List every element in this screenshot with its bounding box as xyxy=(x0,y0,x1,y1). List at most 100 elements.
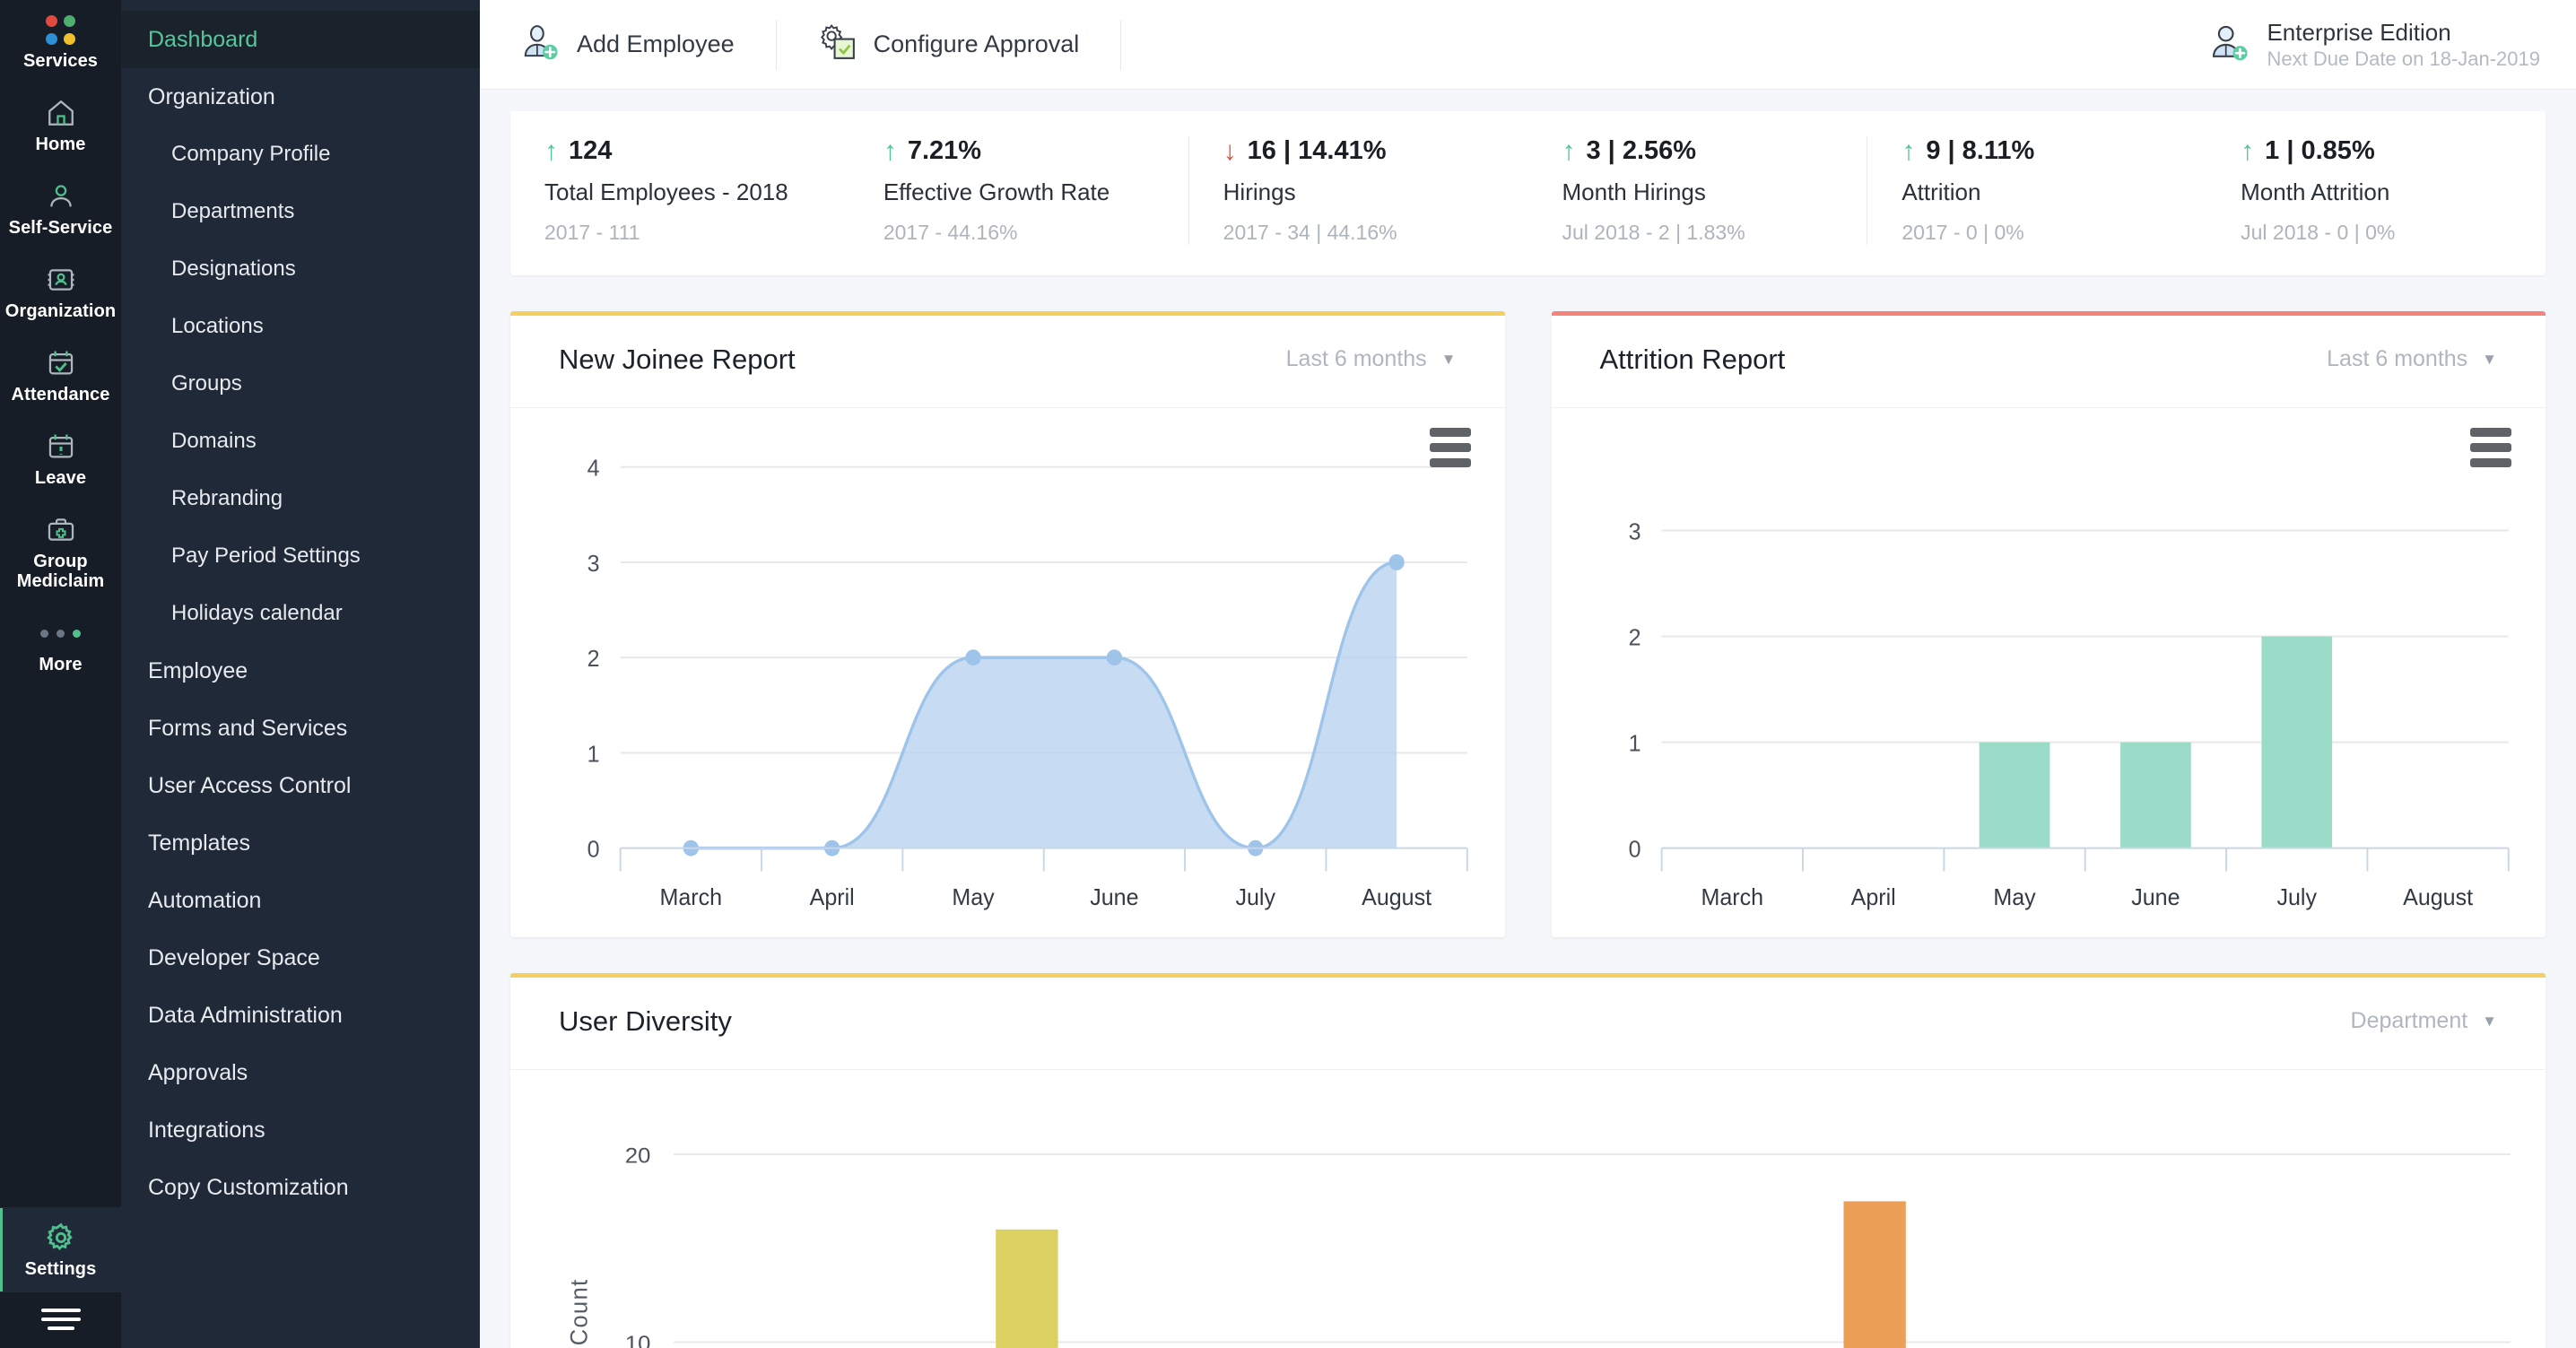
attrition-chart-area: 0123 MarchAprilMayJuneJulyAugust xyxy=(1552,408,2546,937)
stat-attrition: ↑ 9 | 8.11% Attrition 2017 - 0 | 0% xyxy=(1867,136,2206,245)
svg-text:3: 3 xyxy=(587,552,600,577)
stat-value: 1 | 0.85% xyxy=(2265,136,2375,166)
sidebar-item-company-profile[interactable]: Company Profile xyxy=(121,126,480,183)
sidebar-item-designations[interactable]: Designations xyxy=(121,240,480,298)
id-card-icon xyxy=(46,265,76,295)
svg-text:June: June xyxy=(2131,885,2180,910)
diversity-chart-area: 1020 Users Count xyxy=(510,1070,2546,1348)
filter-label: Last 6 months xyxy=(1286,346,1427,372)
rail-item-self-service[interactable]: Self-Service xyxy=(0,167,121,250)
nav-label: Developer Space xyxy=(148,945,320,971)
svg-text:March: March xyxy=(660,885,723,910)
svg-text:0: 0 xyxy=(587,837,600,862)
rail-item-attendance[interactable]: Attendance xyxy=(0,334,121,417)
sidebar-item-user-access-control[interactable]: User Access Control xyxy=(121,757,480,814)
rail-item-leave[interactable]: Leave xyxy=(0,417,121,500)
svg-text:10: 10 xyxy=(625,1331,651,1348)
stat-label: Effective Growth Rate xyxy=(883,178,1154,206)
rail-label: Settings xyxy=(25,1259,97,1279)
add-employee-icon xyxy=(521,22,561,66)
sidebar-item-rebranding[interactable]: Rebranding xyxy=(121,470,480,527)
sidebar-item-developer-space[interactable]: Developer Space xyxy=(121,929,480,987)
new-joinee-period-filter[interactable]: Last 6 months ▼ xyxy=(1286,346,1457,372)
sidebar-item-approvals[interactable]: Approvals xyxy=(121,1044,480,1101)
sidebar-item-automation[interactable]: Automation xyxy=(121,872,480,929)
sidebar-item-organization[interactable]: Organization xyxy=(121,68,480,126)
add-employee-label: Add Employee xyxy=(577,30,735,58)
secondary-navigation: Dashboard Organization Company Profile D… xyxy=(121,0,480,1348)
nav-label: Domains xyxy=(171,429,257,454)
sidebar-item-forms-and-services[interactable]: Forms and Services xyxy=(121,700,480,757)
svg-text:June: June xyxy=(1090,885,1138,910)
svg-text:April: April xyxy=(810,885,855,910)
sidebar-item-employee[interactable]: Employee xyxy=(121,642,480,700)
hamburger-icon xyxy=(41,1309,81,1330)
attrition-period-filter[interactable]: Last 6 months ▼ xyxy=(2327,346,2497,372)
edition-info[interactable]: Enterprise Edition Next Due Date on 18-J… xyxy=(2173,18,2576,72)
rail-label: Group Mediclaim xyxy=(4,552,117,591)
stat-subtext: Jul 2018 - 2 | 1.83% xyxy=(1562,221,1832,245)
diversity-group-filter[interactable]: Department ▼ xyxy=(2351,1008,2497,1034)
rail-label: Services xyxy=(23,51,98,71)
sidebar-item-domains[interactable]: Domains xyxy=(121,413,480,470)
nav-label: Designations xyxy=(171,257,296,282)
sidebar-item-locations[interactable]: Locations xyxy=(121,298,480,355)
card-title: New Joinee Report xyxy=(559,344,796,376)
nav-label: Copy Customization xyxy=(148,1175,349,1201)
svg-text:0: 0 xyxy=(1628,837,1640,862)
card-title: Attrition Report xyxy=(1600,344,1786,376)
attrition-bar-chart: 0123 MarchAprilMayJuneJulyAugust xyxy=(1582,430,2516,928)
svg-text:August: August xyxy=(1362,885,1432,910)
svg-text:2: 2 xyxy=(1628,625,1640,650)
sidebar-item-integrations[interactable]: Integrations xyxy=(121,1101,480,1159)
sidebar-item-pay-period-settings[interactable]: Pay Period Settings xyxy=(121,527,480,585)
stat-subtext: 2017 - 111 xyxy=(544,221,815,245)
three-dots-icon xyxy=(40,618,81,648)
rail-item-organization[interactable]: Organization xyxy=(0,250,121,334)
svg-text:3: 3 xyxy=(1628,519,1640,544)
stat-month-hirings: ↑ 3 | 2.56% Month Hirings Jul 2018 - 2 |… xyxy=(1527,136,1867,245)
sidebar-item-dashboard[interactable]: Dashboard xyxy=(121,11,480,68)
stat-month-attrition: ↑ 1 | 0.85% Month Attrition Jul 2018 - 0… xyxy=(2206,136,2546,245)
nav-label: Forms and Services xyxy=(148,716,347,742)
menu-toggle-button[interactable] xyxy=(0,1291,121,1348)
add-employee-button[interactable]: Add Employee xyxy=(480,0,776,90)
sidebar-item-copy-customization[interactable]: Copy Customization xyxy=(121,1159,480,1216)
filter-label: Last 6 months xyxy=(2327,346,2467,372)
nav-label: Automation xyxy=(148,888,261,914)
sidebar-item-data-administration[interactable]: Data Administration xyxy=(121,987,480,1044)
nav-label: Approvals xyxy=(148,1060,248,1086)
chart-menu-icon[interactable] xyxy=(1430,428,1471,467)
stat-value: 16 | 14.41% xyxy=(1248,136,1387,166)
rail-item-more[interactable]: More xyxy=(0,604,121,687)
svg-text:2: 2 xyxy=(587,647,600,672)
stat-top: ↑ 7.21% xyxy=(883,136,1154,166)
stat-label: Total Employees - 2018 xyxy=(544,178,815,206)
arrow-up-icon: ↑ xyxy=(1902,138,1915,165)
stat-subtext: 2017 - 44.16% xyxy=(883,221,1154,245)
stat-top: ↓ 16 | 14.41% xyxy=(1223,136,1494,166)
stat-label: Attrition xyxy=(1902,178,2172,206)
nav-label: Dashboard xyxy=(148,27,257,53)
chart-menu-icon[interactable] xyxy=(2470,428,2511,467)
rail-item-services[interactable]: Services xyxy=(0,0,121,83)
chevron-down-icon: ▼ xyxy=(1441,351,1457,369)
rail-item-settings[interactable]: Settings xyxy=(0,1207,121,1291)
svg-text:July: July xyxy=(2276,885,2317,910)
svg-text:July: July xyxy=(1235,885,1275,910)
main-content: Add Employee Configure Approval xyxy=(480,0,2576,1348)
stat-label: Hirings xyxy=(1223,178,1494,206)
chevron-down-icon: ▼ xyxy=(2482,351,2497,369)
sidebar-item-groups[interactable]: Groups xyxy=(121,355,480,413)
rail-item-group-mediclaim[interactable]: Group Mediclaim xyxy=(0,500,121,604)
rail-item-home[interactable]: Home xyxy=(0,83,121,167)
svg-text:May: May xyxy=(952,885,995,910)
sidebar-item-templates[interactable]: Templates xyxy=(121,814,480,872)
edition-due-date: Next Due Date on 18-Jan-2019 xyxy=(2267,47,2540,72)
sidebar-item-holidays-calendar[interactable]: Holidays calendar xyxy=(121,585,480,642)
stat-effective-growth-rate: ↑ 7.21% Effective Growth Rate 2017 - 44.… xyxy=(849,136,1188,245)
sidebar-item-departments[interactable]: Departments xyxy=(121,183,480,240)
rail-label: Home xyxy=(36,135,86,154)
stat-top: ↑ 9 | 8.11% xyxy=(1902,136,2172,166)
configure-approval-button[interactable]: Configure Approval xyxy=(777,0,1121,90)
